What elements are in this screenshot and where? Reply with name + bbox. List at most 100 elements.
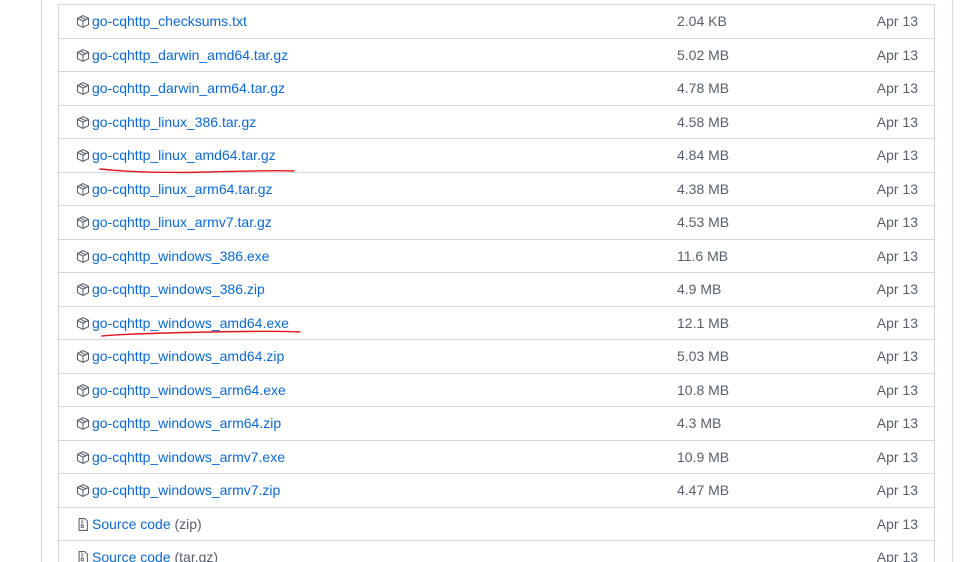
asset-name: go-cqhttp_windows_armv7.zip xyxy=(92,482,281,498)
file-zip-icon xyxy=(76,517,90,532)
asset-row: Source code (tar.gz) Apr 13 xyxy=(59,541,934,562)
asset-link[interactable]: go-cqhttp_windows_amd64.exe xyxy=(92,315,289,331)
asset-row: go-cqhttp_darwin_amd64.tar.gz 5.02 MB Apr … xyxy=(59,39,934,72)
asset-size: 12.1 MB xyxy=(677,314,730,331)
asset-date: Apr 13 xyxy=(876,214,918,230)
package-icon xyxy=(76,483,90,498)
package-icon xyxy=(76,14,90,29)
asset-date: Apr 13 xyxy=(876,515,918,532)
package-icon xyxy=(76,416,90,431)
asset-link[interactable]: Source code (zip) xyxy=(92,516,202,532)
asset-date: Apr 13 xyxy=(876,482,918,498)
release-assets-page: go-cqhttp_checksums.txt 2.04 KB Apr 13 go-c… xyxy=(0,0,963,562)
assets-list: go-cqhttp_checksums.txt 2.04 KB Apr 13 go-c… xyxy=(58,4,935,562)
asset-link[interactable]: go-cqhttp_darwin_arm64.tar.gz xyxy=(92,80,285,96)
asset-date: Apr 13 xyxy=(876,180,918,197)
asset-row: go-cqhttp_windows_amd64.exe 12.1 MB Apr 13 xyxy=(59,307,934,340)
asset-row: go-cqhttp_darwin_arm64.tar.gz 4.78 MB Apr … xyxy=(59,72,934,106)
package-icon xyxy=(76,450,90,465)
asset-date: Apr 13 xyxy=(876,13,918,29)
asset-name: Source code xyxy=(92,515,171,532)
asset-link[interactable]: go-cqhttp_linux_armv7.tar.gz xyxy=(92,214,272,230)
asset-name: go-cqhttp_windows_386.exe xyxy=(92,247,270,264)
asset-size: 11.6 MB xyxy=(677,247,729,264)
asset-size: 4.84 MB xyxy=(677,147,730,163)
asset-row: go-cqhttp_windows_arm64.zip 4.3 MB Apr 13 xyxy=(59,407,934,441)
asset-date: Apr 13 xyxy=(876,113,918,130)
package-icon xyxy=(76,249,90,264)
package-icon xyxy=(76,115,90,130)
package-icon xyxy=(76,383,90,398)
asset-row: go-cqhttp_checksums.txt 2.04 KB Apr 13 xyxy=(59,5,934,39)
asset-link[interactable]: go-cqhttp_windows_386.zip xyxy=(92,281,265,297)
asset-link[interactable]: go-cqhttp_windows_amd64.zip xyxy=(92,348,284,364)
asset-size: 5.02 MB xyxy=(677,46,730,63)
asset-link[interactable]: go-cqhttp_windows_arm64.zip xyxy=(92,415,281,431)
asset-date: Apr 13 xyxy=(876,381,918,398)
asset-format-suffix: (tar.gz) xyxy=(170,549,219,562)
asset-name: go-cqhttp_windows_amd64.zip xyxy=(92,348,285,364)
asset-name: go-cqhttp_linux_arm64.tar.gz xyxy=(92,180,273,197)
asset-name: go-cqhttp_windows_armv7.exe xyxy=(92,448,285,465)
asset-row: go-cqhttp_windows_amd64.zip 5.03 MB Apr 13 xyxy=(59,340,934,374)
asset-link[interactable]: go-cqhttp_windows_armv7.exe xyxy=(92,449,285,465)
asset-link[interactable]: go-cqhttp_linux_arm64.tar.gz xyxy=(92,181,273,197)
asset-size: 4.9 MB xyxy=(677,281,722,297)
asset-name: Source code xyxy=(92,549,171,562)
asset-name: go-cqhttp_windows_amd64.exe xyxy=(92,314,289,331)
asset-link[interactable]: go-cqhttp_darwin_amd64.tar.gz xyxy=(92,47,288,63)
asset-size: 4.78 MB xyxy=(677,80,730,96)
asset-row: go-cqhttp_windows_armv7.zip 4.47 MB Apr 13 xyxy=(59,474,934,508)
asset-row: go-cqhttp_windows_386.exe 11.6 MB Apr 13 xyxy=(59,240,934,273)
asset-link[interactable]: go-cqhttp_windows_arm64.exe xyxy=(92,382,286,398)
asset-row: go-cqhttp_linux_386.tar.gz 4.58 MB Apr 13 xyxy=(59,106,934,139)
asset-link[interactable]: Source code (tar.gz) xyxy=(92,549,218,562)
asset-size: 4.58 MB xyxy=(677,113,730,130)
package-icon xyxy=(76,215,90,230)
asset-date: Apr 13 xyxy=(876,80,918,96)
asset-size: 10.9 MB xyxy=(677,448,730,465)
asset-link[interactable]: go-cqhttp_linux_amd64.tar.gz xyxy=(92,147,276,163)
package-icon xyxy=(76,182,90,197)
asset-date: Apr 13 xyxy=(876,549,918,562)
page-border-right xyxy=(952,0,953,562)
package-icon xyxy=(76,81,90,96)
package-icon xyxy=(76,48,90,63)
asset-name: go-cqhttp_linux_armv7.tar.gz xyxy=(92,214,272,230)
asset-name: go-cqhttp_linux_386.tar.gz xyxy=(92,113,257,130)
asset-link[interactable]: go-cqhttp_windows_armv7.zip xyxy=(92,482,280,498)
asset-row: go-cqhttp_linux_amd64.tar.gz 4.84 MB Apr 1… xyxy=(59,139,934,173)
asset-row: go-cqhttp_linux_arm64.tar.gz 4.38 MB Apr 1… xyxy=(59,173,934,206)
asset-date: Apr 13 xyxy=(876,314,918,331)
asset-link[interactable]: go-cqhttp_linux_386.tar.gz xyxy=(92,114,256,130)
asset-date: Apr 13 xyxy=(876,147,918,163)
file-zip-icon xyxy=(76,550,90,562)
asset-date: Apr 13 xyxy=(876,281,918,297)
asset-format-suffix: (zip) xyxy=(170,515,202,532)
asset-name: go-cqhttp_checksums.txt xyxy=(92,13,247,29)
asset-name: go-cqhttp_darwin_arm64.tar.gz xyxy=(92,80,285,96)
page-border-left xyxy=(41,0,42,562)
asset-row: go-cqhttp_windows_386.zip 4.9 MB Apr 13 xyxy=(59,273,934,307)
asset-size: 2.04 KB xyxy=(677,13,727,29)
asset-date: Apr 13 xyxy=(876,415,918,431)
asset-size: 4.3 MB xyxy=(677,415,722,431)
asset-row: go-cqhttp_windows_armv7.exe 10.9 MB Apr 13 xyxy=(59,441,934,474)
package-icon xyxy=(76,282,90,297)
asset-size: 4.47 MB xyxy=(677,482,730,498)
asset-row: Source code (zip) Apr 13 xyxy=(59,508,934,541)
asset-row: go-cqhttp_windows_arm64.exe 10.8 MB Apr 13 xyxy=(59,374,934,407)
asset-link[interactable]: go-cqhttp_checksums.txt xyxy=(92,13,247,29)
package-icon xyxy=(76,349,90,364)
asset-link[interactable]: go-cqhttp_windows_386.exe xyxy=(92,248,269,264)
asset-row: go-cqhttp_linux_armv7.tar.gz 4.53 MB Apr 1… xyxy=(59,206,934,240)
asset-name: go-cqhttp_windows_arm64.zip xyxy=(92,415,282,431)
package-icon xyxy=(76,316,90,331)
asset-date: Apr 13 xyxy=(876,247,918,264)
asset-date: Apr 13 xyxy=(876,448,918,465)
asset-name: go-cqhttp_windows_arm64.exe xyxy=(92,381,286,398)
asset-name: go-cqhttp_windows_386.zip xyxy=(92,281,265,297)
asset-date: Apr 13 xyxy=(876,348,918,364)
asset-size: 5.03 MB xyxy=(677,348,730,364)
package-icon xyxy=(76,148,90,163)
